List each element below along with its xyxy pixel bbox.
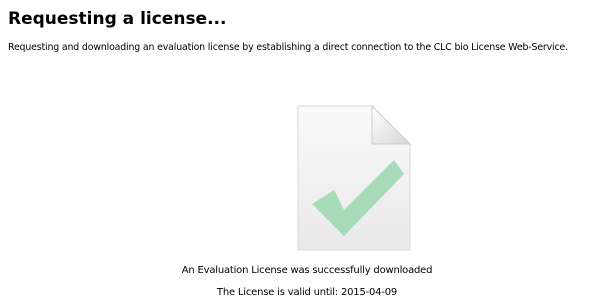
page-description: Requesting and downloading an evaluation… xyxy=(8,42,568,53)
page-title: Requesting a license... xyxy=(8,9,227,29)
document-checkmark-icon xyxy=(292,104,412,254)
license-validity-text: The License is valid until: 2015-04-09 xyxy=(216,287,398,298)
download-success-message: An Evaluation License was successfully d… xyxy=(181,265,433,276)
